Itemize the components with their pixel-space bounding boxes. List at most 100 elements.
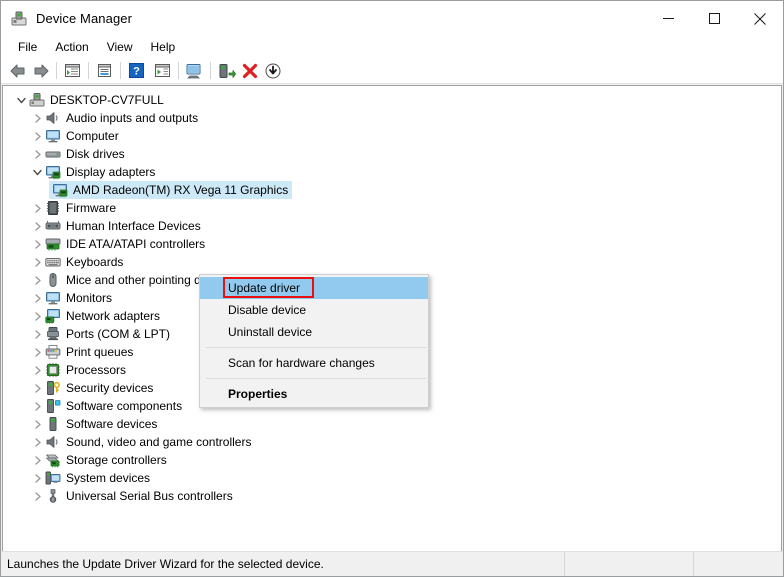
software-device-icon (45, 416, 61, 432)
chevron-right-icon[interactable] (29, 451, 45, 469)
tree-row-system-devices[interactable]: System devices (3, 469, 781, 487)
context-menu-gutter (200, 383, 228, 405)
context-menu[interactable]: Update driver Disable device Uninstall d… (199, 274, 429, 408)
tree-row-ide-controllers[interactable]: IDE ATA/ATAPI controllers (3, 235, 781, 253)
tree-label: Print queues (66, 345, 134, 359)
mouse-icon (45, 272, 61, 288)
chevron-right-icon[interactable] (29, 271, 45, 289)
chevron-right-icon[interactable] (29, 487, 45, 505)
context-menu-gutter (200, 299, 228, 321)
computer-root-icon (29, 92, 45, 108)
system-device-icon (45, 470, 61, 486)
tree-row-computer[interactable]: Computer (3, 127, 781, 145)
chevron-right-icon[interactable] (29, 433, 45, 451)
processor-icon (45, 362, 61, 378)
menu-action[interactable]: Action (46, 37, 97, 57)
tree-row-usb-controllers[interactable]: Universal Serial Bus controllers (3, 487, 781, 505)
tree-row-keyboards[interactable]: Keyboards (3, 253, 781, 271)
tree-row-root[interactable]: DESKTOP-CV7FULL (3, 91, 781, 109)
svg-text:?: ? (133, 66, 140, 78)
maximize-button[interactable] (691, 1, 737, 36)
uninstall-device-icon[interactable] (238, 60, 261, 82)
chevron-right-icon[interactable] (29, 253, 45, 271)
tree-label: Storage controllers (66, 453, 167, 467)
tree-row-software-devices[interactable]: Software devices (3, 415, 781, 433)
tree-row-audio[interactable]: Audio inputs and outputs (3, 109, 781, 127)
tree-row-disk-drives[interactable]: Disk drives (3, 145, 781, 163)
chevron-down-icon[interactable] (13, 91, 29, 109)
chevron-right-icon[interactable] (29, 325, 45, 343)
speaker-icon (45, 434, 61, 450)
tree-row-sound-video-game[interactable]: Sound, video and game controllers (3, 433, 781, 451)
tree-label: Security devices (66, 381, 154, 395)
tree-label: Display adapters (66, 165, 156, 179)
hid-icon (45, 218, 61, 234)
update-driver-icon[interactable] (215, 60, 238, 82)
forward-icon[interactable] (29, 60, 52, 82)
scan-for-hardware-changes-icon[interactable] (183, 60, 206, 82)
tree-row-display-adapters[interactable]: Display adapters (3, 163, 781, 181)
properties-icon[interactable] (93, 60, 116, 82)
content-pane-wrap: DESKTOP-CV7FULL Audio inputs and outputs… (1, 84, 783, 551)
menu-view[interactable]: View (98, 37, 142, 57)
context-menu-separator (206, 378, 426, 379)
tree-label: Processors (66, 363, 127, 377)
tree-label: Network adapters (66, 309, 161, 323)
tree-label: Universal Serial Bus controllers (66, 489, 233, 503)
tree-row-human-interface-devices[interactable]: Human Interface Devices (3, 217, 781, 235)
tree-label: Firmware (66, 201, 116, 215)
chevron-right-icon[interactable] (29, 127, 45, 145)
tree-row-amd-radeon[interactable]: AMD Radeon(TM) RX Vega 11 Graphics (3, 181, 781, 199)
chevron-right-icon[interactable] (29, 415, 45, 433)
chevron-right-icon[interactable] (29, 217, 45, 235)
chevron-right-icon[interactable] (29, 379, 45, 397)
device-manager-icon (10, 10, 28, 28)
tree-row-storage-controllers[interactable]: Storage controllers (3, 451, 781, 469)
window-title: Device Manager (36, 11, 133, 26)
back-icon[interactable] (6, 60, 29, 82)
tree-label: Human Interface Devices (66, 219, 201, 233)
status-bar: Launches the Update Driver Wizard for th… (1, 551, 783, 576)
tree-label: IDE ATA/ATAPI controllers (66, 237, 206, 251)
menu-bar: File Action View Help (1, 36, 783, 58)
device-tree[interactable]: DESKTOP-CV7FULL Audio inputs and outputs… (2, 85, 782, 551)
security-device-icon (45, 380, 61, 396)
context-menu-item-properties[interactable]: Properties (200, 383, 428, 405)
context-menu-item-scan-for-hardware-changes[interactable]: Scan for hardware changes (200, 352, 428, 374)
context-menu-item-uninstall-device[interactable]: Uninstall device (200, 321, 428, 343)
tree-label: Sound, video and game controllers (66, 435, 252, 449)
chevron-right-icon[interactable] (29, 343, 45, 361)
context-menu-label: Uninstall device (228, 325, 313, 339)
chevron-right-icon[interactable] (29, 289, 45, 307)
toolbar-separator (56, 62, 57, 79)
disable-device-icon[interactable] (261, 60, 284, 82)
chevron-down-icon[interactable] (29, 163, 45, 181)
context-menu-item-disable-device[interactable]: Disable device (200, 299, 428, 321)
tree-row-firmware[interactable]: Firmware (3, 199, 781, 217)
status-message: Launches the Update Driver Wizard for th… (1, 552, 565, 576)
chevron-right-icon[interactable] (29, 469, 45, 487)
close-button[interactable] (737, 1, 783, 36)
toolbar-separator (120, 62, 121, 79)
chevron-right-icon[interactable] (29, 145, 45, 163)
show-hide-action-pane-icon[interactable] (151, 60, 174, 82)
chevron-right-icon[interactable] (29, 199, 45, 217)
tree-label: Audio inputs and outputs (66, 111, 199, 125)
tree-label: System devices (66, 471, 151, 485)
context-menu-item-update-driver[interactable]: Update driver (200, 277, 428, 299)
toolbar-separator (210, 62, 211, 79)
minimize-button[interactable] (645, 1, 691, 36)
chevron-right-icon[interactable] (29, 307, 45, 325)
context-menu-label: Properties (228, 387, 288, 401)
keyboard-icon (45, 254, 61, 270)
menu-file[interactable]: File (9, 37, 46, 57)
show-hide-console-tree-icon[interactable] (61, 60, 84, 82)
ide-controller-icon (45, 236, 61, 252)
toolbar-separator (178, 62, 179, 79)
chevron-right-icon[interactable] (29, 361, 45, 379)
chevron-right-icon[interactable] (29, 397, 45, 415)
help-icon[interactable]: ? (125, 60, 148, 82)
chevron-right-icon[interactable] (29, 109, 45, 127)
chevron-right-icon[interactable] (29, 235, 45, 253)
menu-help[interactable]: Help (142, 37, 185, 57)
